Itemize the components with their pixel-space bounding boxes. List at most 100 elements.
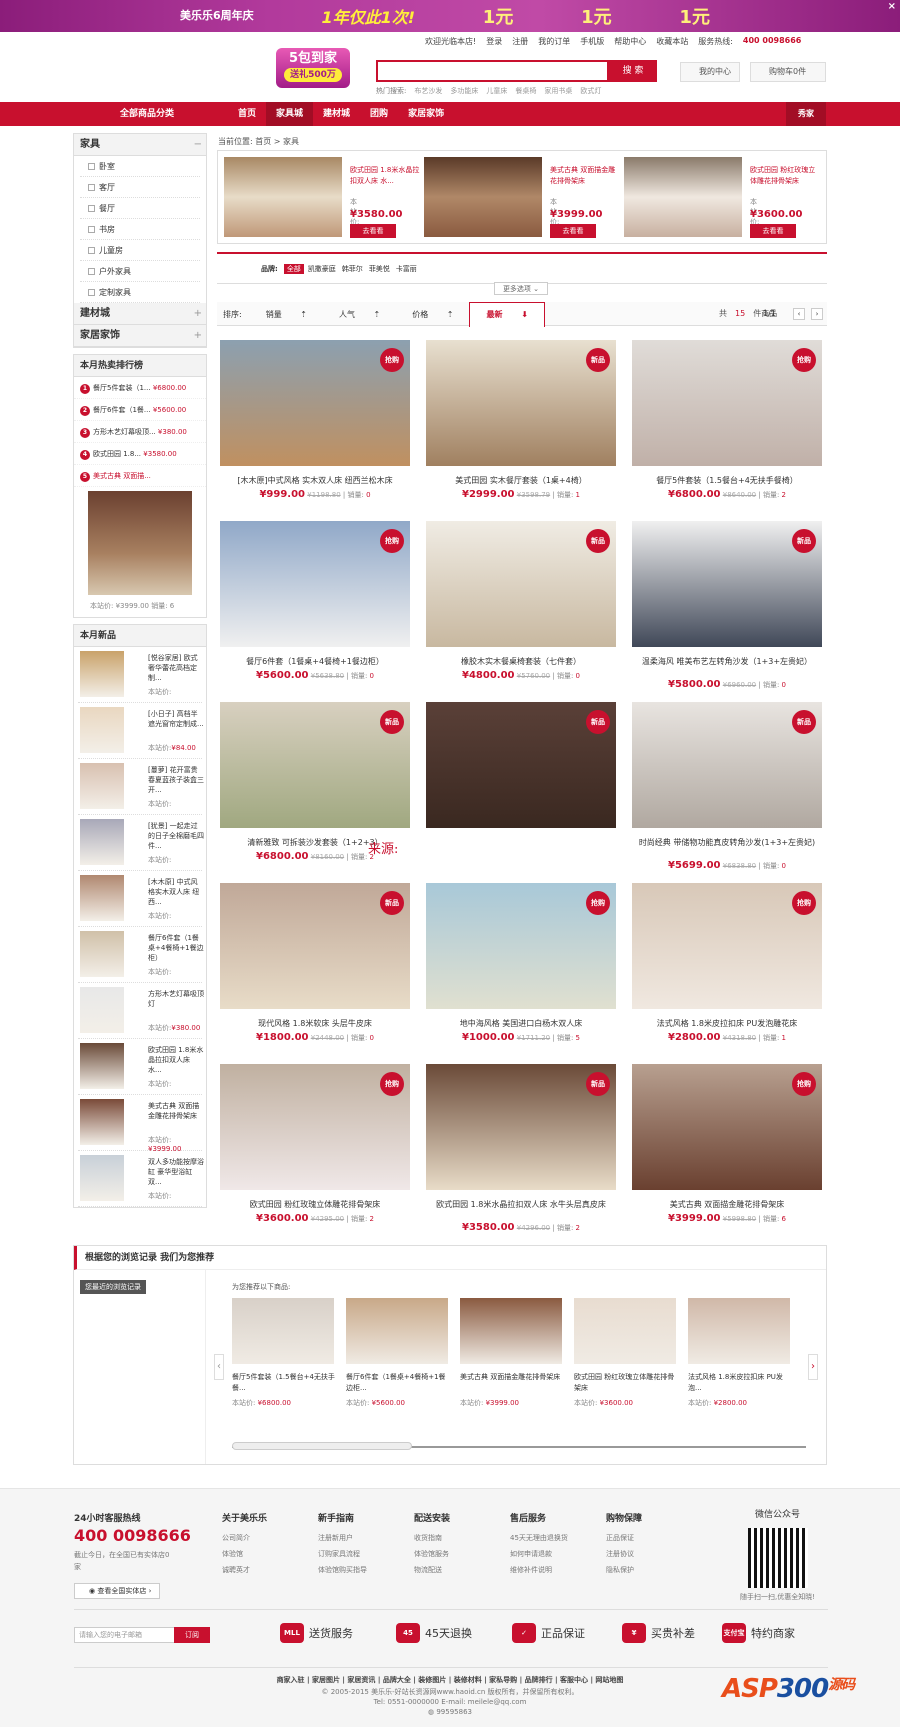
brand-option[interactable]: 韩菲尔 xyxy=(342,265,363,273)
nav-item-home[interactable]: 首页 xyxy=(228,102,266,126)
rank-item[interactable]: 4 欧式田园 1.8... ¥3580.00 xyxy=(74,443,206,465)
view-stores-button[interactable]: ◉ 查看全国实体店 › xyxy=(74,1583,160,1599)
product-card[interactable]: 新品 | 销量: xyxy=(426,702,618,882)
new-item[interactable]: 餐厅6件套（1餐桌+4餐椅+1餐边柜） 本站价: xyxy=(78,927,204,983)
footer-link[interactable]: 注册新用户 xyxy=(318,1530,367,1546)
sort-popularity[interactable]: 人气 ⇡ xyxy=(323,303,396,327)
recommend-item[interactable]: 餐厅5件套装（1.5餐台+4无扶手餐... 本站价: ¥6800.00 xyxy=(232,1298,336,1408)
featured-name[interactable]: 欧式田园 1.8米水晶拉扣双人床 水... xyxy=(350,165,420,187)
recommend-image[interactable] xyxy=(460,1298,562,1364)
subscribe-button[interactable]: 订阅 xyxy=(174,1627,210,1643)
site-logo[interactable]: 5包到家 送礼500万 xyxy=(276,48,350,88)
new-item-title[interactable]: [小日子] 高档半遮光窗帘定制成... xyxy=(148,709,204,739)
category-item[interactable]: 儿童房 xyxy=(80,240,200,261)
new-item-image[interactable] xyxy=(80,875,124,921)
hot-word[interactable]: 多功能床 xyxy=(450,86,478,96)
category-item[interactable]: 户外家具 xyxy=(80,261,200,282)
product-name[interactable]: 法式风格 1.8米皮拉扣床 PU发泡雕花床 xyxy=(632,1018,822,1029)
login-link[interactable]: 登录 xyxy=(486,36,502,47)
rank-item[interactable]: 3 方形木艺灯幕吸顶... ¥380.00 xyxy=(74,421,206,443)
product-card[interactable]: 新品 美式田园 实木餐厅套装（1桌+4椅） ¥2999.00 ¥3598.79 | … xyxy=(426,340,618,520)
rank-top-image[interactable] xyxy=(88,491,192,595)
category-header-furniture[interactable]: 家具 − xyxy=(74,134,206,156)
new-item-image[interactable] xyxy=(80,987,124,1033)
new-item[interactable]: [犹景] 一起走过的日子全棉磨毛四件... 本站价: xyxy=(78,815,204,871)
search-input[interactable] xyxy=(376,60,609,82)
hot-word[interactable]: 儿童床 xyxy=(486,86,507,96)
product-card[interactable]: 抢购 法式风格 1.8米皮拉扣床 PU发泡雕花床 ¥2800.00 ¥4318.80… xyxy=(632,883,824,1063)
nav-item-showhome[interactable]: 秀家 xyxy=(786,102,826,126)
sort-price[interactable]: 价格 ⇡ xyxy=(396,303,469,327)
product-name[interactable]: 现代风格 1.8米软床 头层牛皮床 xyxy=(220,1018,410,1029)
nav-item-materials[interactable]: 建材城 xyxy=(313,102,360,126)
footer-link[interactable]: 体验馆服务 xyxy=(414,1546,450,1562)
next-arrow-icon[interactable]: › xyxy=(808,1354,818,1380)
new-item-title[interactable]: 美式古典 双面描金雕花排骨架床 xyxy=(148,1101,204,1131)
featured-name[interactable]: 欧式田园 粉红玫瑰立体雕花排骨架床 xyxy=(750,165,820,187)
footer-link[interactable]: 收货指南 xyxy=(414,1530,450,1546)
footer-link[interactable]: 公司简介 xyxy=(222,1530,267,1546)
recommend-image[interactable] xyxy=(232,1298,334,1364)
cart-button[interactable]: 购物车0件 xyxy=(750,62,826,82)
footer-link[interactable]: 如何申请退款 xyxy=(510,1546,568,1562)
product-card[interactable]: 新品 温柔海风 唯美布艺左转角沙发（1+3+左贵妃） ¥5800.00 ¥6960.… xyxy=(632,521,824,701)
category-item[interactable]: 定制家具 xyxy=(80,282,200,303)
featured-image[interactable] xyxy=(624,157,742,237)
sort-newest[interactable]: 最新 ⬇ xyxy=(469,302,545,327)
search-button[interactable]: 搜 索 xyxy=(609,60,657,82)
recommend-title[interactable]: 法式风格 1.8米皮拉扣床 PU发泡... xyxy=(688,1372,792,1394)
category-header-decor[interactable]: 家居家饰 + xyxy=(74,325,206,347)
mobile-link[interactable]: 手机版 xyxy=(580,36,604,47)
new-item[interactable]: [蔓萝] 花开富贵春夏蓝孩子装盒三开... 本站价: xyxy=(78,759,204,815)
product-name[interactable]: 欧式田园 粉红玫瑰立体雕花排骨架床 xyxy=(220,1199,410,1210)
category-header-materials[interactable]: 建材城 + xyxy=(74,303,206,325)
new-item-image[interactable] xyxy=(80,1099,124,1145)
brand-all[interactable]: 全部 xyxy=(283,264,304,274)
carousel-scrollbar[interactable] xyxy=(232,1442,806,1450)
new-item-title[interactable]: 欧式田园 1.8米水晶拉扣双人床 水... xyxy=(148,1045,204,1075)
new-item[interactable]: [木木原] 中式风格实木双人床 纽西... 本站价: xyxy=(78,871,202,927)
rank-item[interactable]: 1 餐厅5件套装（1... ¥6800.00 xyxy=(74,377,206,399)
product-card[interactable]: 抢购 地中海风格 美国进口白杨木双人床 ¥1000.00 ¥1711.20 | 销量… xyxy=(426,883,618,1063)
scrollbar-thumb[interactable] xyxy=(232,1442,412,1450)
product-name[interactable]: 地中海风格 美国进口白杨木双人床 xyxy=(426,1018,616,1029)
new-item-image[interactable] xyxy=(80,707,124,753)
category-item[interactable]: 书房 xyxy=(80,219,200,240)
product-name[interactable]: 餐厅5件套装（1.5餐台+4无扶手餐椅） xyxy=(632,475,822,486)
next-page-icon[interactable]: › xyxy=(811,308,823,320)
featured-name[interactable]: 美式古典 双面描金雕花排骨架床 xyxy=(550,165,620,187)
footer-link[interactable]: 体验馆 xyxy=(222,1546,267,1562)
brand-option[interactable]: 菲美悦 xyxy=(369,265,390,273)
product-name[interactable]: 时尚经典 带储物功能真皮转角沙发(1+3+左贵妃) xyxy=(632,837,822,848)
footer-link[interactable]: 隐私保护 xyxy=(606,1562,642,1578)
new-item-title[interactable]: [木木原] 中式风格实木双人床 纽西... xyxy=(148,877,204,907)
brand-option[interactable]: 卡富丽 xyxy=(396,265,417,273)
hot-word[interactable]: 家用书桌 xyxy=(544,86,572,96)
product-card[interactable]: 抢购 餐厅5件套装（1.5餐台+4无扶手餐椅） ¥6800.00 ¥8640.00 … xyxy=(632,340,824,520)
my-orders-link[interactable]: 我的订单 xyxy=(538,36,570,47)
more-options-button[interactable]: 更多选项 ⌄ xyxy=(494,282,548,295)
new-item-image[interactable] xyxy=(80,931,124,977)
product-name[interactable]: 橡胶木实木餐桌椅套装（七件套） xyxy=(426,656,616,667)
new-item-title[interactable]: [犹景] 一起走过的日子全棉磨毛四件... xyxy=(148,821,204,851)
product-card[interactable]: 抢购 美式古典 双面描金雕花排骨架床 ¥3999.00 ¥5998.80 | 销量:… xyxy=(632,1064,824,1244)
recommend-title[interactable]: 餐厅5件套装（1.5餐台+4无扶手餐... xyxy=(232,1372,336,1394)
product-name[interactable]: [木木原]中式风格 实木双人床 纽西兰松木床 xyxy=(220,475,410,486)
recommend-image[interactable] xyxy=(346,1298,448,1364)
help-center-link[interactable]: 帮助中心 xyxy=(614,36,646,47)
prev-arrow-icon[interactable]: ‹ xyxy=(214,1354,224,1380)
recommend-image[interactable] xyxy=(688,1298,790,1364)
product-card[interactable]: 抢购 欧式田园 粉红玫瑰立体雕花排骨架床 ¥3600.00 ¥4295.00 | 销… xyxy=(220,1064,412,1244)
nav-item-decor[interactable]: 家居家饰 xyxy=(398,102,454,126)
hot-word[interactable]: 餐桌椅 xyxy=(515,86,536,96)
footer-link[interactable]: 订购家具流程 xyxy=(318,1546,367,1562)
favorite-link[interactable]: 收藏本站 xyxy=(656,36,688,47)
category-item[interactable]: 餐厅 xyxy=(80,198,200,219)
all-categories-button[interactable]: 全部商品分类 xyxy=(72,102,222,126)
product-name[interactable]: 温柔海风 唯美布艺左转角沙发（1+3+左贵妃） xyxy=(632,656,822,667)
recommend-item[interactable]: 欧式田园 粉红玫瑰立体雕花排骨架床 本站价: ¥3600.00 xyxy=(574,1298,678,1408)
featured-image[interactable] xyxy=(224,157,342,237)
recommend-item[interactable]: 餐厅6件套（1餐桌+4餐椅+1餐边柜... 本站价: ¥5600.00 xyxy=(346,1298,450,1408)
recommend-item[interactable]: 美式古典 双面描金雕花排骨架床 本站价: ¥3999.00 xyxy=(460,1298,564,1408)
product-card[interactable]: 新品 时尚经典 带储物功能真皮转角沙发(1+3+左贵妃) ¥5699.00 ¥683… xyxy=(632,702,824,882)
